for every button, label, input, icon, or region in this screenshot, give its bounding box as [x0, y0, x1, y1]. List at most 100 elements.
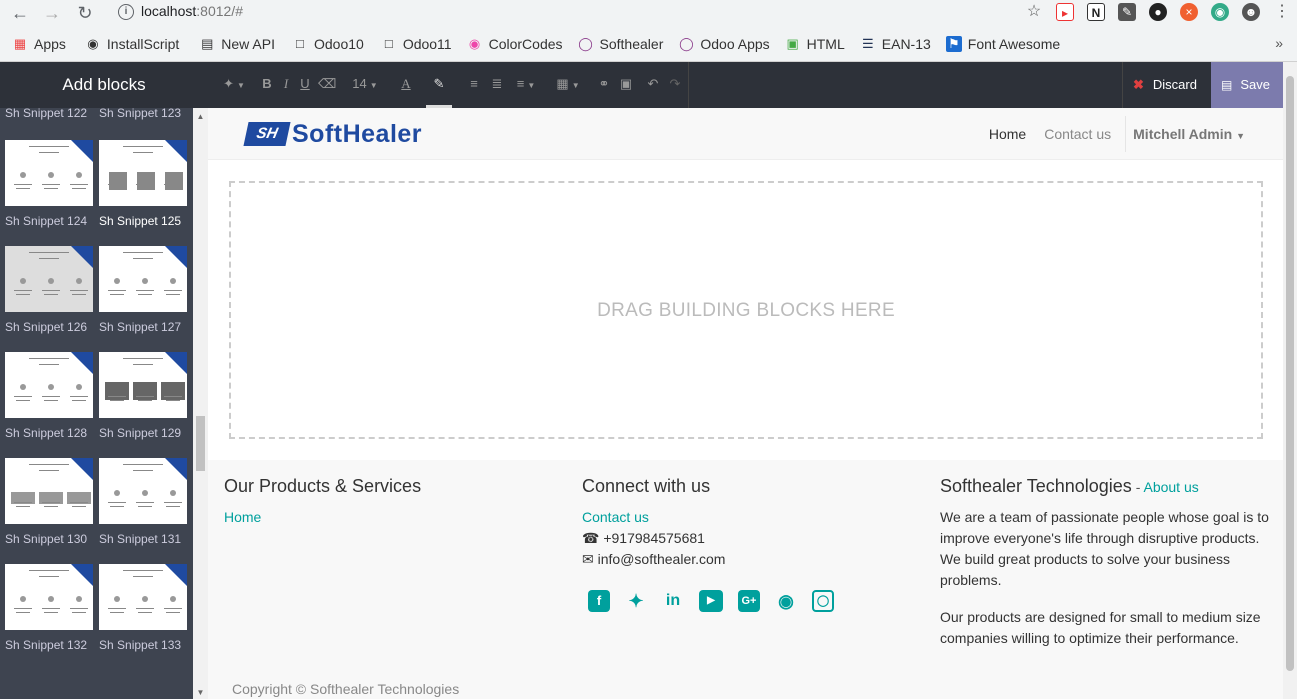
drop-zone[interactable]: DRAG BUILDING BLOCKS HERE — [229, 181, 1263, 439]
italic-button[interactable]: I — [279, 62, 293, 108]
thumbnail-line — [14, 396, 32, 397]
bold-button[interactable]: B — [260, 62, 274, 108]
about-us-link[interactable]: About us — [1143, 479, 1198, 495]
background-color-icon[interactable]: ✎ — [426, 62, 452, 108]
extension-icon[interactable]: × — [1180, 3, 1198, 21]
bookmark-new-api[interactable]: ▤ New API — [199, 36, 275, 52]
bullet-list-icon[interactable]: ≡ — [466, 62, 482, 108]
nav-home[interactable]: Home — [989, 126, 1026, 142]
footer-email[interactable]: ✉ info@softhealer.com — [582, 549, 849, 570]
snippet-thumbnail[interactable] — [99, 140, 187, 206]
save-button[interactable]: ▤ Save — [1211, 62, 1283, 108]
image-icon[interactable]: ▣ — [618, 62, 634, 108]
thumbnail-line — [110, 506, 124, 507]
extension-icon[interactable]: ✎ — [1118, 3, 1136, 21]
user-menu[interactable]: Mitchell Admin ▼ — [1133, 126, 1245, 142]
numbered-list-icon[interactable]: ≣ — [489, 62, 505, 108]
menu-icon[interactable]: ⋮ — [1273, 3, 1291, 21]
scroll-up-icon[interactable]: ▲ — [193, 112, 208, 121]
underline-button[interactable]: U — [298, 62, 312, 108]
bookmarks-overflow-button[interactable]: » — [1275, 35, 1283, 51]
eraser-icon[interactable]: ⌫ — [318, 62, 336, 108]
bookmark-html[interactable]: ▣ HTML — [785, 36, 844, 52]
brand-badge — [71, 564, 93, 586]
bookmark-apps[interactable]: ▦ Apps — [12, 36, 66, 52]
github-icon[interactable]: ◉ — [775, 590, 797, 612]
bookmark-font-awesome[interactable]: ⚑ Font Awesome — [945, 36, 1060, 52]
snippet-label[interactable]: Sh Snippet 123 — [99, 108, 181, 120]
redo-icon[interactable]: ↷ — [667, 62, 683, 108]
nav-contact-us[interactable]: Contact us — [1044, 126, 1111, 142]
snippet-thumbnail[interactable] — [5, 458, 93, 524]
extension-icon[interactable]: ◉ — [1211, 3, 1229, 21]
snippet-label[interactable]: Sh Snippet 128 — [5, 426, 87, 440]
thumbnail-item — [48, 172, 54, 178]
page-scrollbar[interactable] — [1283, 62, 1297, 699]
snippet-label[interactable]: Sh Snippet 126 — [5, 320, 87, 334]
link-icon[interactable]: ⚭ — [596, 62, 612, 108]
snippet-label[interactable]: Sh Snippet 127 — [99, 320, 181, 334]
forward-arrow-icon[interactable]: → — [41, 2, 63, 24]
snippet-list[interactable]: Sh Snippet 122 Sh Snippet 123 Sh Snippet 1… — [0, 108, 193, 699]
bookmark-odoo10[interactable]: □ Odoo10 — [292, 36, 364, 52]
undo-icon[interactable]: ↶ — [645, 62, 661, 108]
snippet-thumbnail[interactable] — [99, 246, 187, 312]
snippet-label[interactable]: Sh Snippet 131 — [99, 532, 181, 546]
snippet-thumbnail[interactable] — [5, 246, 93, 312]
snippet-label[interactable]: Sh Snippet 130 — [5, 532, 87, 546]
facebook-icon[interactable]: f — [588, 590, 610, 612]
snippet-label[interactable]: Sh Snippet 125 — [99, 214, 181, 228]
bookmark-colorcodes[interactable]: ◉ ColorCodes — [467, 36, 563, 52]
snippet-thumbnail[interactable] — [99, 564, 187, 630]
back-arrow-icon[interactable]: ← — [9, 2, 31, 24]
thumbnail-line — [123, 464, 163, 465]
extension-icons: ☆ ▸ N ✎ ● × ◉ ☻ ⋮ — [1012, 0, 1297, 24]
footer-home-link[interactable]: Home — [224, 507, 421, 528]
instagram-icon[interactable]: ◯ — [812, 590, 834, 612]
extension-icon[interactable]: ● — [1149, 3, 1167, 21]
linkedin-icon[interactable]: in — [662, 590, 684, 612]
thumbnail-item — [76, 172, 82, 178]
snippet-thumbnail[interactable] — [5, 352, 93, 418]
snippet-thumbnail[interactable] — [5, 564, 93, 630]
bookmark-odoo11[interactable]: □ Odoo11 — [381, 36, 452, 52]
scroll-down-icon[interactable]: ▼ — [193, 688, 208, 697]
bookmark-installscript[interactable]: ◉ InstallScript — [85, 36, 179, 52]
snippet-thumbnail[interactable] — [99, 352, 187, 418]
snippet-label[interactable]: Sh Snippet 129 — [99, 426, 181, 440]
snippet-label[interactable]: Sh Snippet 133 — [99, 638, 181, 652]
snippet-label[interactable]: Sh Snippet 132 — [5, 638, 87, 652]
sidebar-scrollbar[interactable]: ▲ ▼ — [193, 108, 208, 699]
font-size-select[interactable]: 14 ▼ — [350, 62, 380, 108]
snippet-thumbnail[interactable] — [5, 140, 93, 206]
footer-contact-link[interactable]: Contact us — [582, 507, 849, 528]
browser-chrome: ← → ↻ i localhost:8012/# ☆ ▸ N ✎ ● × ◉ ☻… — [0, 0, 1297, 62]
snippet-label[interactable]: Sh Snippet 122 — [5, 108, 87, 120]
scrollbar-thumb[interactable] — [196, 416, 205, 471]
extension-icon[interactable]: N — [1087, 3, 1105, 21]
google-plus-icon[interactable]: G+ — [738, 590, 760, 612]
font-color-icon[interactable]: A — [398, 62, 414, 108]
bookmark-ean13[interactable]: ☰ EAN-13 — [860, 36, 931, 52]
site-info-icon[interactable]: i — [118, 4, 134, 20]
profile-icon[interactable]: ☻ — [1242, 3, 1260, 21]
sidebar-title: Add blocks — [0, 62, 208, 108]
magic-wand-icon[interactable]: ✦ ▼ — [220, 62, 248, 108]
bookmark-odoo-apps[interactable]: ◯ Odoo Apps — [678, 36, 770, 52]
discard-button[interactable]: ✖ Discard — [1122, 62, 1212, 108]
star-icon[interactable]: ☆ — [1025, 3, 1043, 21]
extension-icon[interactable]: ▸ — [1056, 3, 1074, 21]
bookmark-softhealer[interactable]: ◯ Softhealer — [578, 36, 663, 52]
site-logo[interactable]: SH SoftHealer — [243, 119, 422, 149]
align-icon[interactable]: ≡ ▼ — [512, 62, 540, 108]
address-bar[interactable]: localhost:8012/# — [141, 3, 243, 19]
table-icon[interactable]: ▦ ▼ — [554, 62, 582, 108]
youtube-icon[interactable]: ▶ — [699, 590, 723, 612]
snippet-label[interactable]: Sh Snippet 124 — [5, 214, 87, 228]
caret-down-icon: ▼ — [1236, 131, 1245, 141]
thumbnail-line — [39, 152, 59, 153]
reload-icon[interactable]: ↻ — [74, 2, 96, 24]
page-scrollbar-thumb[interactable] — [1286, 76, 1294, 671]
twitter-icon[interactable]: ✦ — [625, 590, 647, 612]
snippet-thumbnail[interactable] — [99, 458, 187, 524]
